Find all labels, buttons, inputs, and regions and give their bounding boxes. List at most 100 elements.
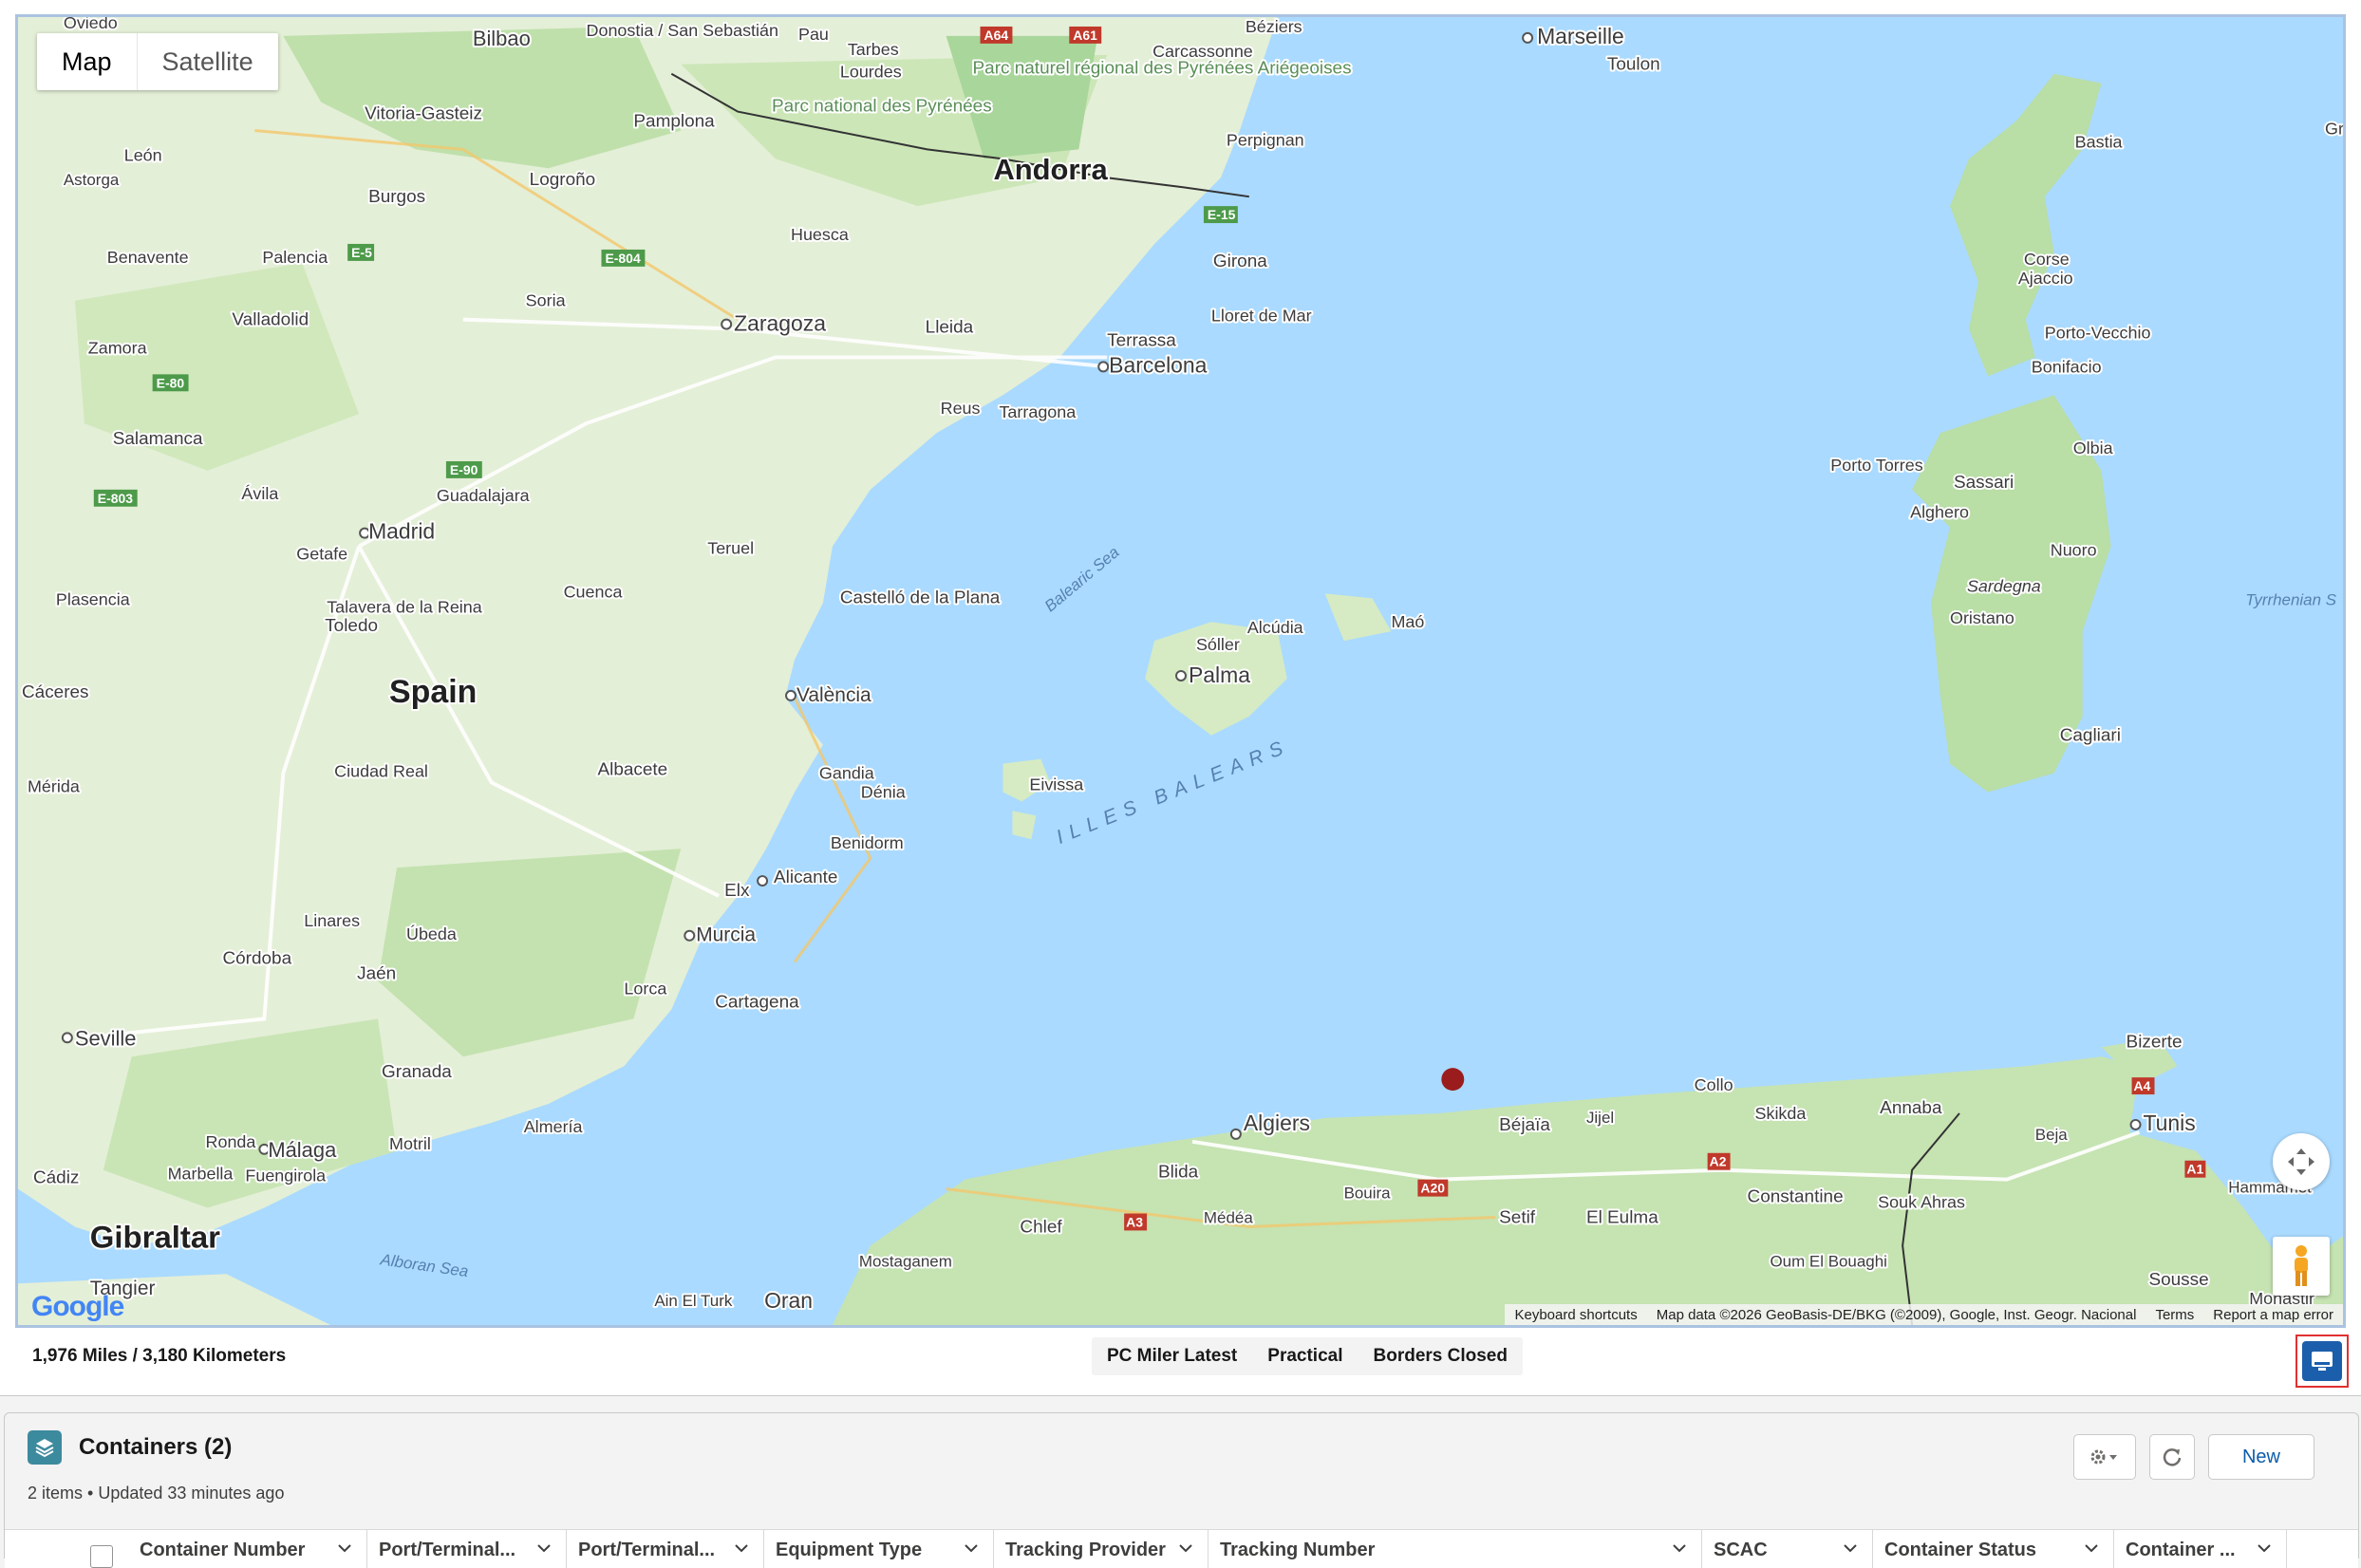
chevron-down-icon[interactable] [1842, 1540, 1859, 1557]
city-label: Marbella [168, 1165, 234, 1184]
city-label: León [124, 145, 162, 164]
city-label: Ain El Turk [654, 1292, 733, 1310]
list-settings-button[interactable] [2073, 1434, 2136, 1480]
column-header-container-more[interactable]: Container ... [2114, 1530, 2287, 1568]
road-shield: A61 [1073, 28, 1097, 43]
camera-control-button[interactable] [2273, 1133, 2330, 1190]
city-label: Maó [1391, 612, 1424, 631]
map-card: Andorra Spain Gibraltar Balearic Sea Alb… [0, 0, 2361, 1396]
road-shield: E-804 [605, 251, 640, 266]
city-label: El Eulma [1586, 1207, 1658, 1227]
city-label: Oristano [1950, 608, 2014, 627]
city-label: Madrid [368, 519, 435, 544]
route-distance: 1,976 Miles / 3,180 Kilometers [32, 1346, 287, 1366]
column-header-scac[interactable]: SCAC [1702, 1530, 1873, 1568]
routing-type-tag: Practical [1267, 1346, 1343, 1366]
city-label: Córdoba [222, 949, 291, 969]
city-label: Zamora [88, 338, 147, 357]
road-shield: A20 [1420, 1181, 1445, 1196]
city-label: Barcelona [1109, 352, 1208, 377]
column-header-container-number[interactable]: Container Number [128, 1530, 367, 1568]
map-canvas[interactable]: Andorra Spain Gibraltar Balearic Sea Alb… [18, 17, 2343, 1325]
city-label: Castelló de la Plana [840, 588, 1001, 607]
city-label: Eivissa [1029, 775, 1083, 793]
pegman-icon [2295, 1245, 2308, 1286]
city-label: Talavera de la Reina [327, 597, 482, 616]
city-label: Teruel [707, 539, 754, 558]
road-shield: A3 [1126, 1214, 1143, 1229]
column-header-equipment-type[interactable]: Equipment Type [764, 1530, 994, 1568]
city-label: Plasencia [56, 589, 130, 608]
city-label: Beja [2035, 1126, 2069, 1144]
map-type-map-button[interactable]: Map [37, 33, 137, 90]
road-shield: E-803 [98, 491, 133, 506]
city-label: Alghero [1910, 503, 1969, 522]
panel-icon [2312, 1352, 2333, 1371]
city-label: Palencia [262, 248, 328, 267]
park-label: Parc national des Pyrénées [772, 97, 992, 117]
select-all-checkbox[interactable] [90, 1545, 113, 1568]
city-label: Bizerte [2127, 1032, 2183, 1052]
city-label: Sóller [1196, 635, 1240, 654]
column-header-port-terminal-1[interactable]: Port/Terminal... [367, 1530, 567, 1568]
city-label: Oum El Bouaghi [1770, 1252, 1886, 1270]
city-label: Tarbes [848, 40, 899, 59]
terms-link[interactable]: Terms [2146, 1307, 2203, 1323]
city-label: Porto Torres [1830, 456, 1922, 475]
panel-toggle-inner [2302, 1341, 2342, 1381]
list-actions: New [2073, 1434, 2314, 1480]
road-shield: A64 [984, 28, 1009, 43]
refresh-button[interactable] [2149, 1434, 2195, 1480]
city-label: Motril [389, 1134, 431, 1153]
chevron-down-icon[interactable] [2256, 1540, 2273, 1557]
chevron-down-icon[interactable] [733, 1540, 750, 1557]
chevron-down-icon[interactable] [1671, 1540, 1688, 1557]
city-label: Perpignan [1227, 130, 1304, 149]
city-label: Guadalajara [437, 486, 530, 505]
park-label: Parc naturel régional des Pyrénées Ariég… [973, 59, 1352, 79]
city-label: Oviedo [64, 17, 118, 32]
vessel-marker[interactable] [1441, 1068, 1465, 1092]
road-shield: A1 [2186, 1162, 2203, 1177]
city-label: Cagliari [2060, 726, 2121, 746]
city-label: Sassari [1954, 473, 2014, 493]
chevron-down-icon[interactable] [1177, 1540, 1194, 1557]
city-label: Mérida [28, 776, 80, 795]
street-view-pegman-button[interactable] [2273, 1237, 2330, 1296]
city-label: Mostaganem [859, 1252, 952, 1270]
map-panel-toggle-button[interactable] [2295, 1335, 2349, 1388]
keyboard-shortcuts-link[interactable]: Keyboard shortcuts [1505, 1307, 1646, 1323]
containers-title[interactable]: Containers (2) [79, 1434, 232, 1461]
city-label: Jijel [1586, 1109, 1614, 1127]
column-header-port-terminal-2[interactable]: Port/Terminal... [567, 1530, 764, 1568]
city-label: Logroño [530, 170, 596, 190]
chevron-down-icon[interactable] [2083, 1540, 2100, 1557]
column-header-tracking-provider[interactable]: Tracking Provider [994, 1530, 1209, 1568]
city-label: Cuenca [564, 582, 623, 601]
road-shield: E-90 [450, 462, 478, 477]
road-shield: E-15 [1208, 207, 1236, 222]
city-label: Ajaccio [2018, 269, 2073, 288]
city-label: Lorca [624, 980, 666, 999]
city-label: Porto-Vecchio [2045, 324, 2151, 343]
city-label: Chlef [1020, 1217, 1062, 1237]
country-label-gibraltar: Gibraltar [90, 1219, 220, 1254]
chevron-down-icon[interactable] [336, 1540, 353, 1557]
city-label: Bonifacio [2032, 357, 2102, 376]
column-header-tracking-number[interactable]: Tracking Number [1209, 1530, 1702, 1568]
city-label: Tunis [2144, 1111, 2196, 1135]
route-map[interactable]: Andorra Spain Gibraltar Balearic Sea Alb… [15, 14, 2346, 1328]
city-label: Corse [2024, 250, 2070, 269]
city-label: Marseille [1537, 24, 1624, 48]
city-label: Granada [382, 1062, 452, 1082]
column-header-container-status[interactable]: Container Status [1873, 1530, 2114, 1568]
city-label: Astorga [64, 171, 120, 189]
new-container-button[interactable]: New [2208, 1434, 2314, 1480]
map-type-satellite-button[interactable]: Satellite [136, 33, 278, 90]
report-map-error-link[interactable]: Report a map error [2203, 1307, 2343, 1323]
chevron-down-icon[interactable] [963, 1540, 980, 1557]
chevron-down-icon[interactable] [535, 1540, 553, 1557]
city-label: Cartagena [715, 992, 799, 1012]
city-label: Toledo [325, 616, 378, 636]
city-label: Toulon [1607, 55, 1660, 75]
